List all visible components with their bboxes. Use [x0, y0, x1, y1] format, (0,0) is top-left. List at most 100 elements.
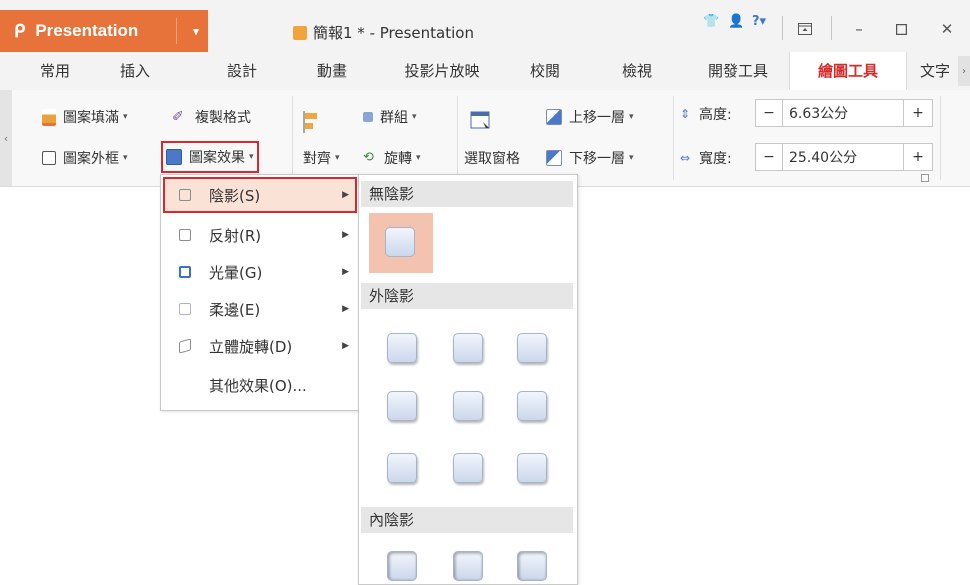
send-backward-label: 下移一層: [569, 151, 625, 167]
outer-shadow-option[interactable]: [453, 453, 483, 483]
rotate-button[interactable]: ⟲ 旋轉 ▾: [363, 145, 421, 171]
menu-item-label: 光暈(G): [209, 263, 263, 282]
align-icon: [303, 111, 317, 133]
rotate-label: 旋轉: [384, 151, 412, 167]
menu-item-soft-edges[interactable]: 柔邊(E) ▶: [163, 291, 357, 327]
shadow-icon: [179, 189, 191, 201]
size-dialog-launcher-icon[interactable]: [921, 174, 929, 182]
outer-shadow-option[interactable]: [387, 391, 417, 421]
tab-review[interactable]: 校閱: [520, 52, 570, 90]
menu-item-more-effects[interactable]: 其他效果(O)...: [163, 367, 357, 403]
no-shadow-header: 無陰影: [361, 181, 573, 207]
width-stepper[interactable]: − 25.40公分 +: [755, 143, 933, 171]
document-title-text: 簡報1 * - Presentation: [313, 24, 474, 42]
outer-shadow-option[interactable]: [517, 333, 547, 363]
submenu-arrow-icon: ▶: [342, 341, 349, 351]
width-label-group: ⇔ 寬度:: [680, 145, 732, 171]
submenu-arrow-icon: ▶: [342, 190, 349, 200]
menu-item-reflection[interactable]: 反射(R) ▶: [163, 217, 357, 253]
bring-forward-button[interactable]: 上移一層 ▾: [546, 104, 634, 130]
width-label: 寬度:: [699, 151, 732, 167]
minimize-icon[interactable]: –: [844, 16, 874, 42]
outer-shadow-option[interactable]: [517, 453, 547, 483]
rotate-icon: ⟲: [363, 150, 374, 165]
toolbar-divider: [673, 96, 674, 180]
toolbar-divider: [457, 96, 458, 180]
tab-insert[interactable]: 插入: [110, 52, 160, 90]
height-value[interactable]: 6.63公分: [783, 103, 903, 123]
inner-shadow-header: 內陰影: [361, 507, 573, 533]
close-icon[interactable]: ✕: [932, 16, 962, 42]
tab-developer[interactable]: 開發工具: [698, 52, 778, 90]
menu-item-label: 陰影(S): [209, 186, 261, 205]
width-decrease-button[interactable]: −: [756, 144, 783, 170]
tab-view[interactable]: 檢視: [612, 52, 662, 90]
chevron-down-icon: ▾: [629, 153, 634, 163]
height-stepper[interactable]: − 6.63公分 +: [755, 99, 933, 127]
align-button[interactable]: 對齊 ▾: [303, 145, 340, 171]
document-icon: [293, 25, 307, 40]
inner-shadow-option[interactable]: [387, 551, 417, 581]
shape-fill-button[interactable]: 圖案填滿 ▾: [42, 104, 128, 130]
height-decrease-button[interactable]: −: [756, 100, 783, 126]
selection-pane-button[interactable]: 選取窗格: [464, 145, 520, 171]
menu-item-shadow[interactable]: 陰影(S) ▶: [163, 177, 357, 213]
shape-outline-label: 圖案外框: [63, 151, 119, 167]
tab-scroll-right-icon[interactable]: ›: [958, 56, 970, 86]
inner-shadow-option[interactable]: [517, 551, 547, 581]
ribbon-display-icon[interactable]: [790, 16, 820, 42]
glow-icon: [179, 266, 191, 278]
menu-item-glow[interactable]: 光暈(G) ▶: [163, 254, 357, 290]
tab-home[interactable]: 常用: [30, 52, 80, 90]
app-menu-dropdown-icon[interactable]: ▾: [184, 10, 208, 52]
submenu-arrow-icon: ▶: [342, 304, 349, 314]
shadow-submenu: 無陰影 外陰影 內陰影: [358, 174, 578, 585]
tab-design[interactable]: 設計: [217, 52, 267, 90]
chevron-down-icon: ▾: [249, 152, 254, 162]
outer-shadow-option[interactable]: [453, 391, 483, 421]
pencil-outline-icon: [42, 151, 56, 165]
outer-shadow-option[interactable]: [387, 453, 417, 483]
chevron-down-icon: ▾: [123, 112, 128, 122]
height-increase-button[interactable]: +: [903, 100, 932, 126]
app-button-divider: [176, 18, 177, 44]
menu-item-3d-rotation[interactable]: 立體旋轉(D) ▶: [163, 328, 357, 364]
outer-shadow-header: 外陰影: [361, 283, 573, 309]
paint-bucket-icon: [42, 108, 56, 126]
user-icon[interactable]: 👤: [728, 14, 744, 29]
maximize-icon[interactable]: [886, 16, 916, 42]
no-shadow-option[interactable]: [369, 213, 433, 273]
presentation-logo-icon: ᑭ: [14, 20, 26, 41]
copy-format-button[interactable]: ✐ 複製格式: [172, 104, 251, 130]
outer-shadow-option[interactable]: [517, 391, 547, 421]
selection-pane-large-icon[interactable]: [470, 108, 492, 134]
shape-outline-button[interactable]: 圖案外框 ▾: [42, 145, 128, 171]
submenu-arrow-icon: ▶: [342, 230, 349, 240]
group-button[interactable]: 群組 ▾: [363, 104, 417, 130]
tab-slideshow[interactable]: 投影片放映: [397, 52, 487, 90]
menu-item-label: 柔邊(E): [209, 300, 261, 319]
document-title: 簡報1 * - Presentation: [293, 22, 474, 43]
shape-effects-button[interactable]: 圖案效果 ▾: [161, 141, 259, 173]
reflection-icon: [179, 229, 191, 241]
tab-drawing-tools[interactable]: 繪圖工具: [789, 52, 907, 91]
align-large-icon-button[interactable]: [303, 104, 325, 140]
skin-shirt-icon[interactable]: 👕: [703, 14, 719, 29]
inner-shadow-option[interactable]: [453, 551, 483, 581]
tab-text[interactable]: 文字: [920, 52, 960, 90]
chevron-down-icon: ▾: [412, 112, 417, 122]
outer-shadow-option[interactable]: [453, 333, 483, 363]
help-icon[interactable]: ?▾: [752, 14, 766, 29]
bring-forward-label: 上移一層: [569, 110, 625, 126]
shape-effects-label: 圖案效果: [189, 150, 245, 166]
width-increase-button[interactable]: +: [903, 144, 932, 170]
app-menu-button[interactable]: ᑭ Presentation ▾: [0, 10, 208, 52]
toolbar-scroll-left-icon[interactable]: ‹: [0, 90, 12, 186]
width-value[interactable]: 25.40公分: [783, 147, 903, 167]
bring-forward-icon: [546, 109, 562, 125]
height-label-group: ⇕ 高度:: [680, 101, 732, 127]
tab-animation[interactable]: 動畫: [307, 52, 357, 90]
outer-shadow-option[interactable]: [387, 333, 417, 363]
send-backward-button[interactable]: 下移一層 ▾: [546, 145, 634, 171]
chevron-down-icon: ▾: [335, 153, 340, 163]
